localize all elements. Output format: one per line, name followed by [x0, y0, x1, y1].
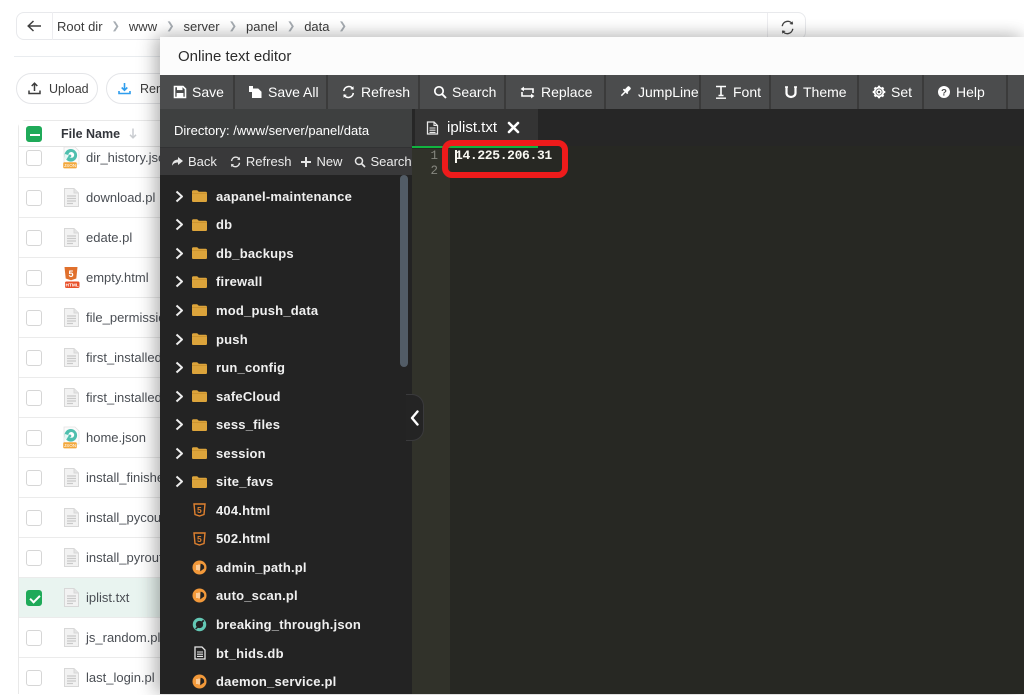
svg-text:HTML: HTML: [66, 283, 79, 289]
svg-text:JSON: JSON: [64, 443, 76, 448]
svg-text:5: 5: [197, 534, 202, 544]
svg-text:5: 5: [68, 269, 73, 279]
svg-text:JSON: JSON: [64, 163, 76, 168]
svg-text:?: ?: [941, 87, 947, 98]
svg-text:5: 5: [197, 505, 202, 515]
